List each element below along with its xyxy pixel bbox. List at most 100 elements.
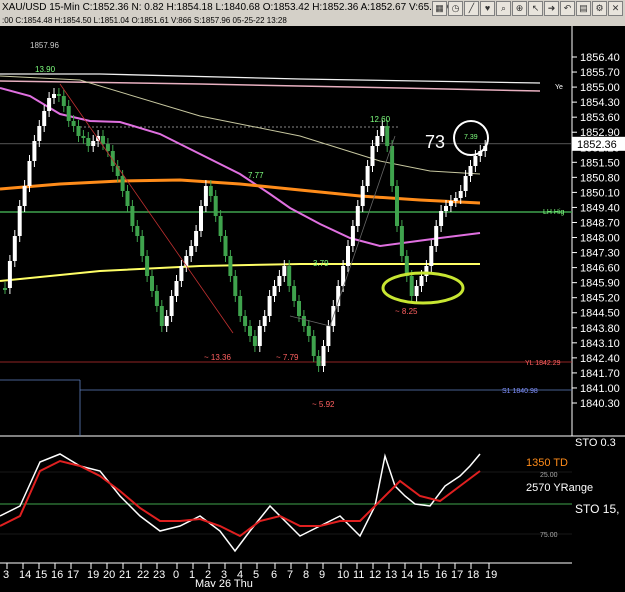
candle-body [218,216,223,236]
line-icon[interactable]: ╱ [464,1,479,16]
time-label: 23 [153,569,165,581]
time-label: 17 [67,569,79,581]
big-number: 73 [425,132,445,152]
price-label: 1848.00 [580,233,620,245]
candle-body [292,286,297,301]
settings-icon[interactable]: ⚙ [592,1,607,16]
price-chart[interactable]: 1856.40 1855.70 1855.00 1854.30 1853.60 1852.… [0,26,625,590]
yrange-label: 2570 YRange [526,482,593,494]
candle-body [61,96,66,106]
grid-icon[interactable]: ▦ [432,1,447,16]
trend-up-line [289,135,396,327]
candle-body [370,146,375,166]
peak2-label: 12.60 [370,115,391,124]
search-icon[interactable]: ⌕ [496,1,511,16]
candle-body [228,256,233,276]
candle-body [169,296,174,316]
candle-body [159,306,164,326]
price-label: 1842.40 [580,353,620,365]
clock-icon[interactable]: ◷ [448,1,463,16]
zoom-icon[interactable]: ⊕ [512,1,527,16]
time-label: 13 [385,569,397,581]
candle-body [86,138,91,146]
candle-body [154,291,159,306]
candle-body [213,196,218,216]
candle-body [130,206,135,226]
time-label: 12 [369,569,381,581]
candle-body [316,356,321,366]
candle-body [101,136,105,144]
candle-body [468,166,473,176]
candle-body [262,316,267,326]
time-label: 9 [319,569,325,581]
price-label: 1845.20 [580,293,620,305]
candle-body [66,106,71,121]
price-label: 1846.60 [580,263,620,275]
sto-top-label: STO 0.3 [575,437,616,449]
candle-body [399,226,404,256]
toolbar-icons: ▦ ◷ ╱ ♥ ⌕ ⊕ ↖ ➜ ↶ ▤ ⚙ ✕ [432,1,623,16]
sto-label: STO 15, [575,502,619,516]
info-bar: :00 C:1854.48 H:1854.50 L:1851.04 O:1851… [0,16,625,26]
price-label: 1851.50 [580,157,620,169]
candle-body [448,201,453,206]
time-label: 14 [401,569,413,581]
candle-body [395,186,399,226]
candle-body [81,136,86,138]
time-label: 10 [337,569,349,581]
candle-body [135,226,140,236]
low3-label: ~ 5.92 [312,400,335,409]
close-icon[interactable]: ✕ [608,1,623,16]
price-label: 1849.40 [580,202,620,214]
candle-body [71,121,76,126]
chart-area[interactable]: 1856.40 1855.70 1855.00 1854.30 1853.60 1852.… [0,26,625,590]
candle-body [385,126,390,146]
candle-body [3,288,7,290]
candle-body [473,156,478,166]
time-label: 11 [353,569,364,581]
candle-body [380,126,385,136]
price-label: 1847.30 [580,248,620,260]
candle-body [267,296,272,316]
candle-body [199,206,203,231]
candle-body [297,301,301,316]
candle-body [346,246,350,266]
time-label: 19 [485,569,497,581]
time-label: 6 [271,569,277,581]
candle-body [257,326,262,346]
candle-body [105,144,110,151]
td-label: 1350 TD [526,457,568,469]
low4-label: ~ 8.25 [395,307,418,316]
pointer-icon[interactable]: ↖ [528,1,543,16]
candle-body [243,316,248,326]
time-label: 16 [435,569,447,581]
candle-body [301,316,306,326]
candle-body [355,206,360,226]
level-75-label: 75.00 [540,532,558,539]
candle-body [56,94,61,96]
price-label: 1843.10 [580,338,620,350]
time-label: 14 [19,569,31,581]
time-label: 17 [451,569,463,581]
candle-body [174,281,179,296]
candle-body [42,111,47,126]
candle-body [184,256,189,266]
chart-icon[interactable]: ▤ [576,1,591,16]
candle-body [287,266,292,286]
undo-icon[interactable]: ↶ [560,1,575,16]
price-label: 1845.90 [580,278,620,290]
toolbar: XAU/USD 15-Min C:1852.36 N: 0.82 H:1854.… [0,0,625,17]
candle-body [365,166,370,186]
time-label: 22 [137,569,149,581]
small-label: 3.79 [313,259,329,268]
candle-body [76,126,81,136]
arrow-icon[interactable]: ➜ [544,1,559,16]
current-price-label: 1852.36 [577,139,617,151]
price-label: 1853.60 [580,112,620,124]
candle-body [350,226,355,246]
candle-body [326,326,331,346]
heart-icon[interactable]: ♥ [480,1,495,16]
price-label: 1843.80 [580,323,620,335]
price-label: 1850.80 [580,172,620,184]
candle-body [203,186,208,206]
